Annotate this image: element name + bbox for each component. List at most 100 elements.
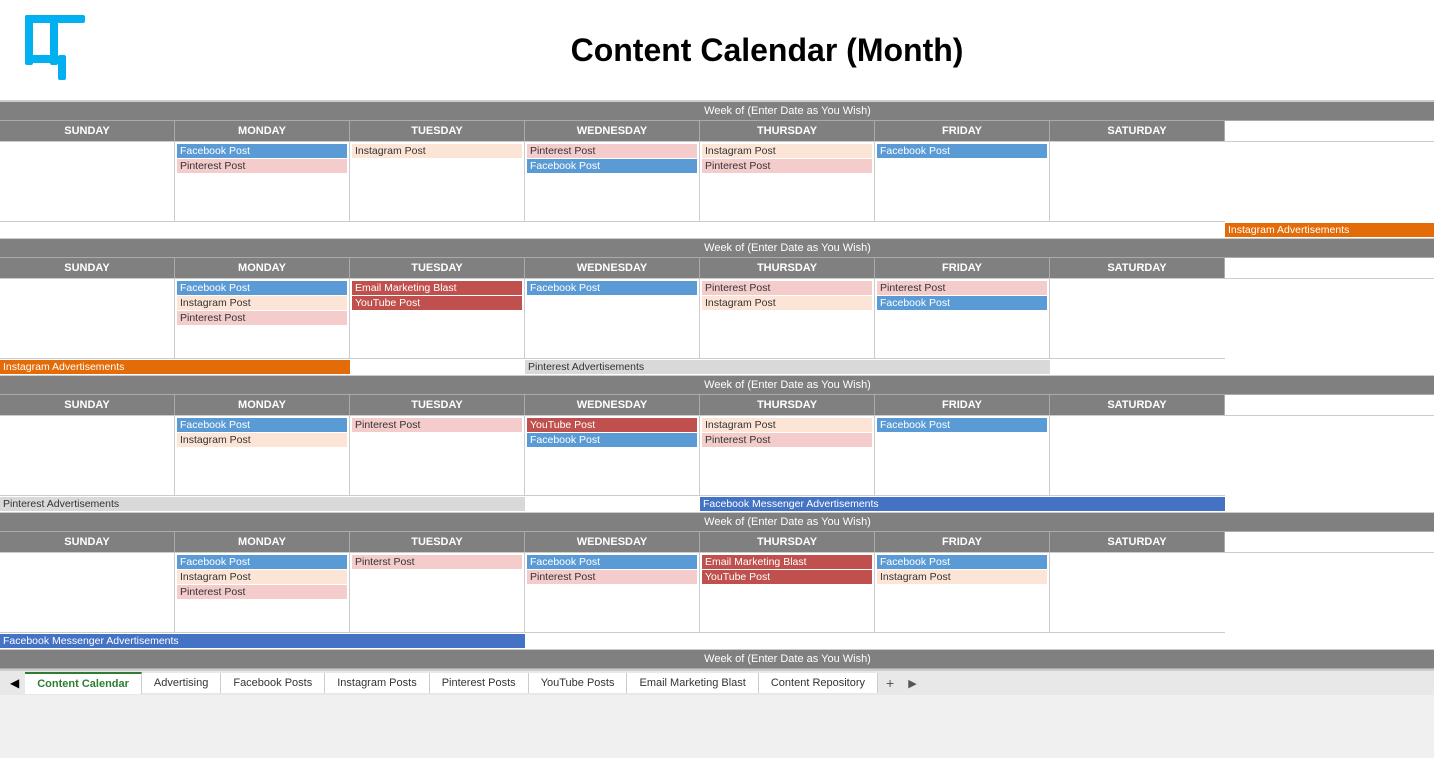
day-header: TUESDAY — [350, 532, 525, 552]
day-header: TUESDAY — [350, 395, 525, 415]
day-header: SATURDAY — [1050, 258, 1225, 278]
day-header: WEDNESDAY — [525, 121, 700, 141]
ad-segment — [1050, 360, 1225, 374]
tab-scroll-right[interactable]: ▶ — [902, 673, 922, 694]
ad-segment — [525, 497, 700, 511]
cal-cell: Facebook PostPinterest Post — [525, 553, 700, 633]
app-container: Content Calendar (Month) Week of (Enter … — [0, 0, 1434, 695]
day-header: SATURDAY — [1050, 395, 1225, 415]
content-tag: Instagram Post — [352, 144, 522, 158]
content-tag: Facebook Post — [527, 281, 697, 295]
ad-segment — [0, 223, 1225, 237]
content-tag: Facebook Post — [527, 555, 697, 569]
cal-cell: Facebook PostInstagram PostPinterest Pos… — [175, 279, 350, 359]
cal-cell: Email Marketing BlastYouTube Post — [700, 553, 875, 633]
tab-scroll-left[interactable]: ◀ — [4, 672, 25, 694]
cal-cell: Email Marketing BlastYouTube Post — [350, 279, 525, 359]
content-tag: Pinterest Post — [177, 311, 347, 325]
day-header: MONDAY — [175, 532, 350, 552]
day-header: SUNDAY — [0, 395, 175, 415]
tab-content-calendar[interactable]: Content Calendar — [25, 672, 142, 694]
day-header: SATURDAY — [1050, 121, 1225, 141]
content-tag: Facebook Post — [527, 433, 697, 447]
tab-instagram-posts[interactable]: Instagram Posts — [325, 673, 429, 693]
cal-cell: Instagram PostPinterest Post — [700, 416, 875, 496]
cal-cell — [0, 142, 175, 222]
day-header: SUNDAY — [0, 258, 175, 278]
ad-segment: Instagram Advertisements — [0, 360, 350, 374]
cal-cell: Facebook PostInstagram PostPinterest Pos… — [175, 553, 350, 633]
content-tag: YouTube Post — [702, 570, 872, 584]
cal-cell: Pinterst Post — [350, 553, 525, 633]
week-header-3[interactable]: Week of (Enter Date as You Wish) — [0, 513, 1434, 532]
day-header: SUNDAY — [0, 532, 175, 552]
ad-row-1-0: Instagram AdvertisementsPinterest Advert… — [0, 359, 1434, 376]
cal-cell: Facebook Post — [875, 142, 1050, 222]
content-tag: Instagram Post — [702, 418, 872, 432]
content-tag: Pinterest Post — [702, 433, 872, 447]
day-header: WEDNESDAY — [525, 532, 700, 552]
cal-cell: Facebook PostInstagram Post — [175, 416, 350, 496]
day-headers-3: SUNDAYMONDAYTUESDAYWEDNESDAYTHURSDAYFRID… — [0, 532, 1434, 553]
content-tag: Pinterest Post — [702, 281, 872, 295]
cal-grid-0: Facebook Post Pinterest Post Instagram Pos… — [0, 142, 1434, 222]
tab-youtube-posts[interactable]: YouTube Posts — [529, 673, 628, 693]
day-header: SATURDAY — [1050, 532, 1225, 552]
cal-cell: Pinterest Post — [350, 416, 525, 496]
day-header: FRIDAY — [875, 395, 1050, 415]
content-tag: Instagram Post — [702, 144, 872, 158]
tab-pinterest-posts[interactable]: Pinterest Posts — [430, 673, 529, 693]
cal-cell: Pinterest PostInstagram Post — [700, 279, 875, 359]
day-header: WEDNESDAY — [525, 395, 700, 415]
cal-cell — [1050, 553, 1225, 633]
content-tag: Facebook Post — [877, 296, 1047, 310]
tabs-bar: ◀ Content CalendarAdvertisingFacebook Po… — [0, 669, 1434, 695]
week-header-1[interactable]: Week of (Enter Date as You Wish) — [0, 239, 1434, 258]
day-headers-0: SUNDAYMONDAYTUESDAYWEDNESDAYTHURSDAYFRID… — [0, 121, 1434, 142]
content-tag: Instagram Post — [177, 433, 347, 447]
tab-email-marketing-blast[interactable]: Email Marketing Blast — [627, 673, 758, 693]
tab-content-repository[interactable]: Content Repository — [759, 673, 878, 693]
content-tag: YouTube Post — [352, 296, 522, 310]
header: Content Calendar (Month) — [0, 0, 1434, 101]
add-tab-button[interactable]: + — [878, 671, 902, 695]
content-tag: Instagram Post — [177, 570, 347, 584]
week-header-2[interactable]: Week of (Enter Date as You Wish) — [0, 376, 1434, 395]
day-headers-1: SUNDAYMONDAYTUESDAYWEDNESDAYTHURSDAYFRID… — [0, 258, 1434, 279]
ad-row-0-0: Instagram Advertisements — [0, 222, 1434, 239]
ad-row-2-0: Pinterest AdvertisementsFacebook Messeng… — [0, 496, 1434, 513]
day-header: MONDAY — [175, 258, 350, 278]
content-tag: Pinterest Post — [177, 159, 347, 173]
tab-facebook-posts[interactable]: Facebook Posts — [221, 673, 325, 693]
body-area: Week of (Enter Date as You Wish)SUNDAYMO… — [0, 101, 1434, 669]
day-header: MONDAY — [175, 395, 350, 415]
logo-icon — [20, 10, 100, 90]
cal-cell: Facebook PostInstagram Post — [875, 553, 1050, 633]
day-header: SUNDAY — [0, 121, 175, 141]
cal-cell: Facebook Post — [525, 279, 700, 359]
content-tag: Instagram Post — [702, 296, 872, 310]
title-area: Content Calendar (Month) — [120, 32, 1414, 69]
cal-cell — [0, 553, 175, 633]
content-tag: Facebook Post — [877, 555, 1047, 569]
content-tag: Facebook Post — [177, 418, 347, 432]
tab-advertising[interactable]: Advertising — [142, 673, 221, 693]
cal-grid-1: Facebook PostInstagram PostPinterest Pos… — [0, 279, 1434, 359]
day-header: TUESDAY — [350, 258, 525, 278]
ad-row-3-0: Facebook Messenger Advertisements — [0, 633, 1434, 650]
cal-cell — [0, 416, 175, 496]
content-tag: Pinterest Post — [177, 585, 347, 599]
last-week-header[interactable]: Week of (Enter Date as You Wish) — [0, 650, 1434, 669]
content-tag: Pinterest Post — [877, 281, 1047, 295]
day-header: WEDNESDAY — [525, 258, 700, 278]
cal-cell — [1050, 279, 1225, 359]
day-header: FRIDAY — [875, 258, 1050, 278]
cal-grid-3: Facebook PostInstagram PostPinterest Pos… — [0, 553, 1434, 633]
content-tag: Facebook Post — [877, 418, 1047, 432]
cal-cell — [0, 279, 175, 359]
ad-segment: Facebook Messenger Advertisements — [0, 634, 525, 648]
day-header: TUESDAY — [350, 121, 525, 141]
day-header: THURSDAY — [700, 532, 875, 552]
cal-cell: YouTube PostFacebook Post — [525, 416, 700, 496]
week-header-0[interactable]: Week of (Enter Date as You Wish) — [0, 102, 1434, 121]
